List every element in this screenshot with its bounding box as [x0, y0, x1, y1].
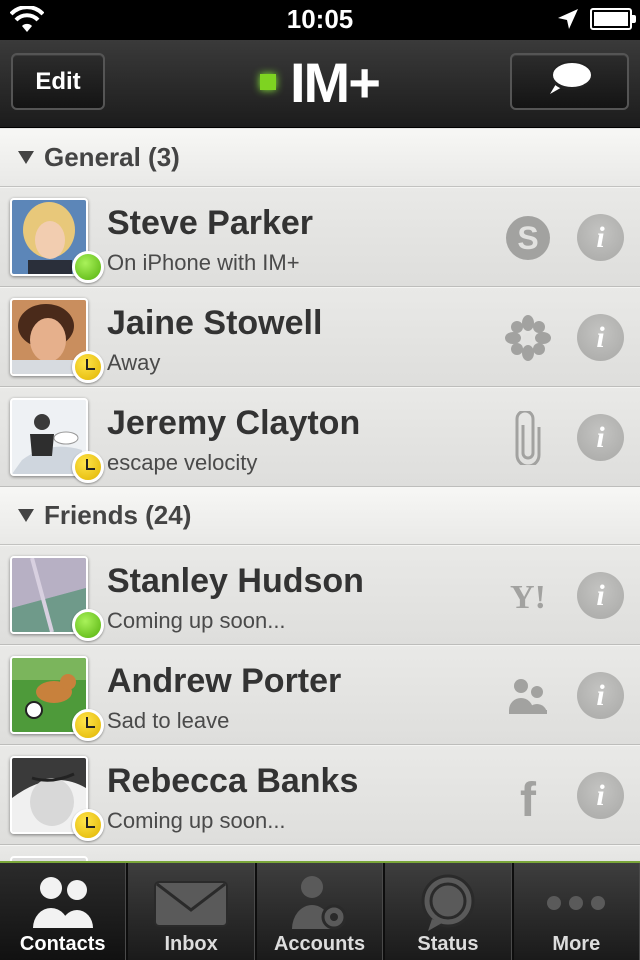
presence-online-badge: [72, 251, 104, 283]
paperclip-icon: [498, 411, 558, 465]
disclosure-triangle-icon: [18, 509, 34, 522]
presence-away-badge: [72, 451, 104, 483]
svg-text:f: f: [520, 774, 537, 820]
contact-status: Coming up soon...: [107, 808, 286, 833]
tab-status[interactable]: Status: [383, 863, 512, 960]
svg-text:S: S: [517, 220, 538, 256]
online-indicator: [260, 74, 276, 90]
info-button[interactable]: i: [577, 214, 624, 261]
skype-icon: S: [498, 213, 558, 263]
contact-status: Sad to leave: [107, 708, 230, 733]
contact-row[interactable]: Steve Parker On iPhone with IM+ S i: [0, 187, 640, 287]
tab-inbox[interactable]: Inbox: [126, 863, 255, 960]
presence-away-badge: [72, 709, 104, 741]
tab-bar: Contacts Inbox Accounts Status More: [0, 861, 640, 960]
location-arrow-icon: [556, 7, 580, 36]
tab-label: Status: [417, 933, 479, 955]
disclosure-triangle-icon: [18, 151, 34, 164]
contact-status: Coming up soon...: [107, 608, 286, 633]
tab-label: Inbox: [164, 933, 218, 955]
presence-away-badge: [72, 809, 104, 841]
info-button[interactable]: i: [577, 314, 624, 361]
contact-status: escape velocity: [107, 450, 258, 475]
status-bubble-icon: [385, 873, 510, 933]
tab-more[interactable]: More: [511, 863, 640, 960]
tab-label: Accounts: [273, 933, 366, 955]
app-title-text: IM+: [290, 50, 381, 114]
contacts-icon: [0, 873, 125, 933]
tab-label: Contacts: [19, 933, 106, 955]
contact-row[interactable]: Stanley Hudson Coming up soon... Y! i: [0, 545, 640, 645]
envelope-icon: [128, 873, 253, 933]
info-button[interactable]: i: [577, 672, 624, 719]
contact-name: Jaine Stowell: [107, 304, 323, 342]
contact-status: Away: [107, 350, 161, 375]
svg-text:Y!: Y!: [510, 579, 546, 616]
contact-name: Andrew Porter: [107, 662, 342, 700]
presence-online-badge: [72, 609, 104, 641]
tab-contacts[interactable]: Contacts: [0, 863, 127, 960]
nav-bar: Edit IM+: [0, 40, 640, 128]
contact-name: Stanley Hudson: [107, 562, 364, 600]
info-button[interactable]: i: [577, 772, 624, 819]
contact-row-partial[interactable]: [0, 845, 640, 861]
contact-status: On iPhone with IM+: [107, 250, 300, 275]
info-button[interactable]: i: [577, 572, 624, 619]
people-group-icon: [498, 671, 558, 721]
accounts-gear-icon: [257, 873, 382, 933]
contact-row[interactable]: Rebecca Banks Coming up soon... f i: [0, 745, 640, 845]
app-title: IM+: [260, 50, 381, 114]
contact-name: Steve Parker: [107, 204, 314, 242]
speech-bubble-icon: [546, 58, 594, 105]
group-header-friends[interactable]: Friends (24): [0, 487, 640, 545]
new-chat-button[interactable]: [510, 53, 629, 110]
facebook-icon: f: [498, 771, 558, 821]
contact-row[interactable]: Andrew Porter Sad to leave i: [0, 645, 640, 745]
group-title: General (3): [44, 142, 180, 172]
more-dots-icon: [514, 873, 639, 933]
contact-name: Jeremy Clayton: [107, 404, 361, 442]
tab-label: More: [552, 933, 601, 955]
clock: 10:05: [286, 4, 354, 34]
contact-list[interactable]: General (3) Steve Parker On iPhone with …: [0, 129, 640, 861]
contact-row[interactable]: Jeremy Clayton escape velocity i: [0, 387, 640, 487]
group-title: Friends (24): [44, 500, 192, 530]
contact-row[interactable]: Jaine Stowell Away i: [0, 287, 640, 387]
contact-name: Rebecca Banks: [107, 762, 359, 800]
battery-icon: [590, 8, 636, 30]
edit-button[interactable]: Edit: [11, 53, 105, 110]
presence-away-badge: [72, 351, 104, 383]
info-button[interactable]: i: [577, 414, 624, 461]
group-header-general[interactable]: General (3): [0, 129, 640, 187]
status-bar: 10:05: [0, 0, 640, 40]
yahoo-icon: Y!: [498, 571, 558, 621]
icq-flower-icon: [498, 313, 558, 363]
tab-accounts[interactable]: Accounts: [254, 863, 384, 960]
